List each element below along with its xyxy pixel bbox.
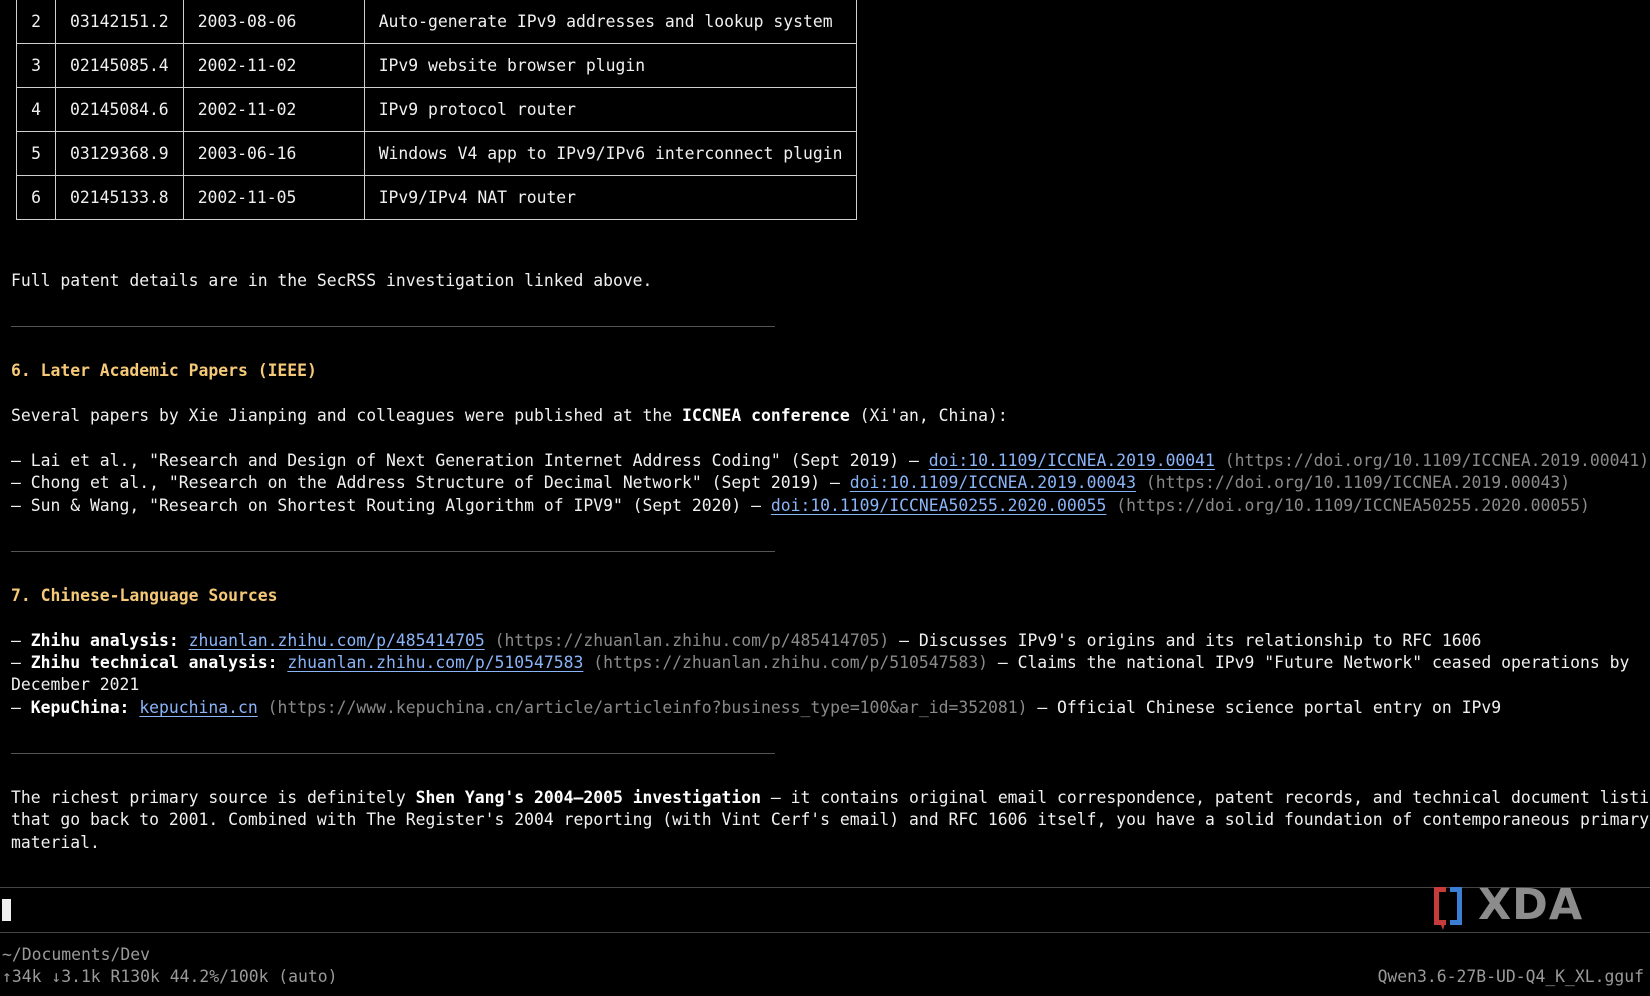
patent-date-cell: 2003-08-06 (182, 0, 365, 44)
patent-number-cell: 02145084.6 (55, 87, 184, 132)
patent-table: 2 03142151.2 2003-08-06 Auto-generate IPv9 … (16, 0, 858, 220)
summary-line: material. (11, 833, 100, 852)
patent-note: Full patent details are in the SecRSS in… (11, 271, 653, 290)
source-link[interactable]: zhuanlan.zhihu.com/p/485414705 (189, 631, 485, 650)
summary-bold-text: Shen Yang's 2004–2005 investigation (415, 788, 761, 807)
source-description: – Claims the national IPv9 "Future Netwo… (987, 653, 1630, 672)
divider (11, 551, 775, 552)
patent-date-cell: 2003-06-16 (182, 131, 365, 176)
row-number-cell: 5 (16, 131, 56, 176)
summary-text-end: – it contains original email corresponde… (760, 788, 1650, 807)
doi-link[interactable]: doi:10.1109/ICCNEA.2019.00043 (850, 473, 1136, 492)
section-6-heading: 6. Later Academic Papers (IEEE) (11, 361, 317, 380)
source-url: (https://www.kepuchina.cn/article/articl… (257, 698, 1028, 717)
row-number-cell: 2 (16, 0, 56, 44)
source-item: – Zhihu technical analysis: zhuanlan.zhi… (11, 652, 1629, 674)
paper-item: – Chong et al., "Research on the Address… (11, 472, 1570, 494)
doi-link[interactable]: doi:10.1109/ICCNEA.2019.00041 (929, 451, 1215, 470)
patent-title-cell: IPv9 website browser plugin (363, 43, 858, 88)
prompt-input[interactable] (0, 888, 1650, 932)
paper-item: – Sun & Wang, "Research on Shortest Rout… (11, 495, 1590, 517)
source-label: Zhihu analysis: (30, 631, 179, 650)
doi-url: (https://doi.org/10.1109/ICCNEA.2019.000… (1214, 451, 1650, 470)
patent-row: 5 03129368.9 2003-06-16 Windows V4 app to I… (16, 131, 858, 176)
text-cursor (2, 899, 11, 921)
bullet-dash: – (11, 698, 31, 717)
summary-line: that go back to 2001. Combined with The … (11, 810, 1650, 829)
source-description: – Discusses IPv9's origins and its relat… (889, 631, 1482, 650)
model-name: Qwen3.6-27B-UD-Q4_K_XL.gguf (1377, 967, 1644, 986)
patent-number-cell: 03142151.2 (55, 0, 184, 44)
doi-url: (https://doi.org/10.1109/ICCNEA50255.202… (1106, 496, 1590, 515)
intro-text: Several papers by Xie Jianping and colle… (11, 406, 683, 425)
terminal-window: 2 03142151.2 2003-08-06 Auto-generate IPv9 … (0, 0, 1650, 996)
patent-title-cell: Auto-generate IPv9 addresses and lookup … (363, 0, 858, 44)
divider (11, 753, 775, 754)
row-number-cell: 6 (16, 175, 56, 220)
row-number-cell: 4 (16, 87, 56, 132)
patent-row: 3 02145085.4 2002-11-02 IPv9 website browse… (16, 43, 858, 88)
section-7-heading: 7. Chinese-Language Sources (11, 586, 278, 605)
patent-row: 2 03142151.2 2003-08-06 Auto-generate IPv9 … (16, 0, 858, 44)
patent-title-cell: IPv9/IPv4 NAT router (363, 175, 858, 220)
intro-bold-text: ICCNEA conference (682, 406, 850, 425)
summary-line: The richest primary source is definitely… (11, 787, 1650, 809)
bullet-dash: – (11, 653, 31, 672)
patent-date-cell: 2002-11-02 (182, 87, 365, 132)
patent-date-cell: 2002-11-05 (182, 175, 365, 220)
patent-title-cell: IPv9 protocol router (363, 87, 858, 132)
working-directory: ~/Documents/Dev (2, 945, 151, 964)
patent-number-cell: 02145085.4 (55, 43, 184, 88)
patent-title-cell: Windows V4 app to IPv9/IPv6 interconnect… (363, 131, 858, 176)
patent-row: 4 02145084.6 2002-11-02 IPv9 protocol route… (16, 87, 858, 132)
bullet-dash: – (11, 631, 31, 650)
xda-logo-text: XDA (1478, 880, 1584, 930)
source-label: KepuChina: (30, 698, 130, 717)
divider (11, 326, 775, 327)
source-label: Zhihu technical analysis: (30, 653, 278, 672)
source-description: – Official Chinese science portal entry … (1027, 698, 1502, 717)
source-url: (https://zhuanlan.zhihu.com/p/510547583) (583, 653, 988, 672)
intro-text-end: (Xi'an, China): (849, 406, 1008, 425)
patent-date-cell: 2002-11-02 (182, 43, 365, 88)
row-number-cell: 3 (16, 43, 56, 88)
patent-row: 6 02145133.8 2002-11-05 IPv9/IPv4 NAT route… (16, 175, 858, 220)
patent-number-cell: 03129368.9 (55, 131, 184, 176)
patent-number-cell: 02145133.8 (55, 175, 184, 220)
source-item: – Zhihu analysis: zhuanlan.zhihu.com/p/4… (11, 630, 1481, 652)
paper-citation: – Chong et al., "Research on the Address… (11, 473, 850, 492)
doi-url: (https://doi.org/10.1109/ICCNEA.2019.000… (1135, 473, 1571, 492)
paper-citation: – Lai et al., "Research and Design of Ne… (11, 451, 929, 470)
paper-item: – Lai et al., "Research and Design of Ne… (11, 450, 1649, 472)
source-link[interactable]: zhuanlan.zhihu.com/p/510547583 (287, 653, 583, 672)
doi-link[interactable]: doi:10.1109/ICCNEA50255.2020.00055 (771, 496, 1107, 515)
source-item: – KepuChina: kepuchina.cn (https://www.k… (11, 697, 1501, 719)
paper-citation: – Sun & Wang, "Research on Shortest Rout… (11, 496, 771, 515)
source-url: (https://zhuanlan.zhihu.com/p/485414705) (484, 631, 890, 650)
input-bottom-border (0, 932, 1650, 933)
token-usage: ↑34k ↓3.1k R130k 44.2%/100k (auto) (2, 967, 338, 986)
section-6-intro: Several papers by Xie Jianping and colle… (11, 405, 1008, 427)
source-link[interactable]: kepuchina.cn (139, 698, 257, 717)
source-description-continued: December 2021 (11, 675, 140, 694)
summary-text: The richest primary source is definitely (11, 788, 416, 807)
